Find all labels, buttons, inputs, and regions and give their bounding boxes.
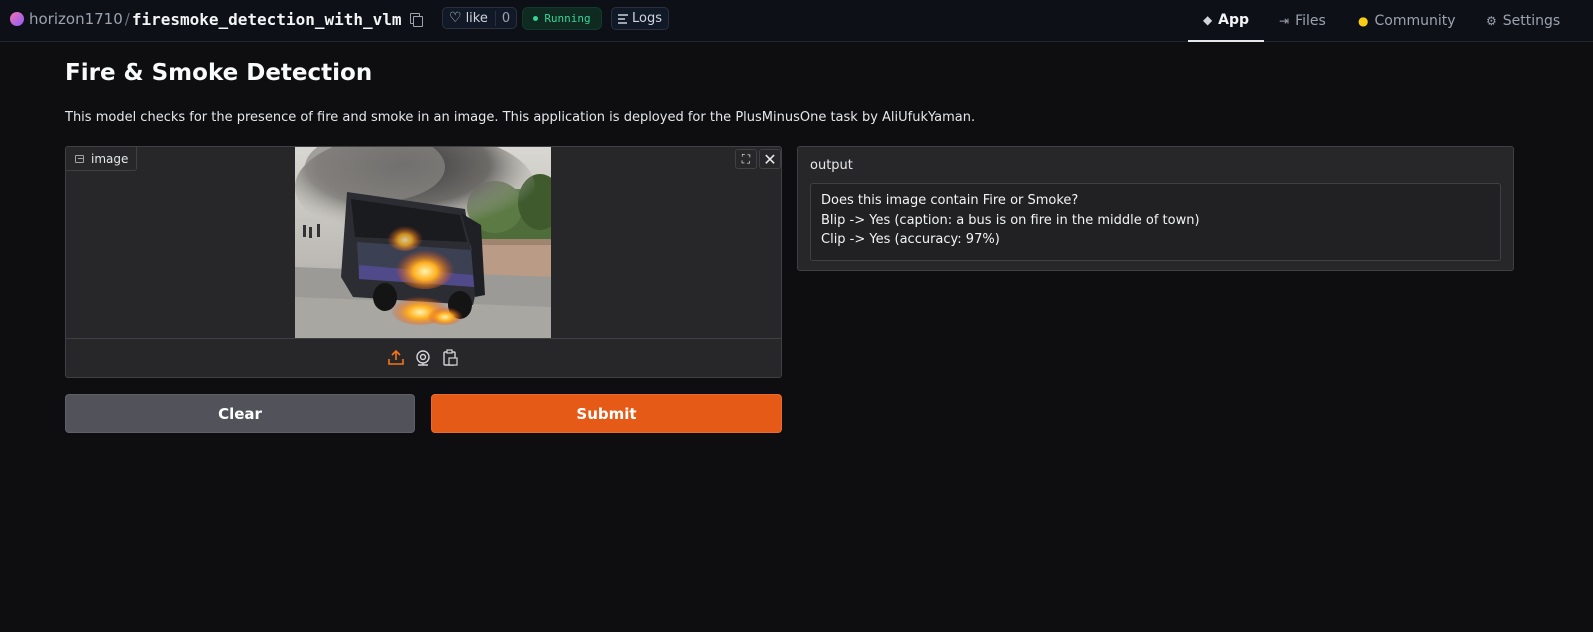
burning-bus-image (295, 147, 551, 338)
status-dot-icon (533, 16, 539, 21)
clear-button[interactable]: Clear (65, 394, 415, 433)
repo-name-link[interactable]: firesmoke_detection_with_vlm (132, 10, 402, 29)
fullscreen-icon: ⛶ (741, 151, 751, 166)
image-icon (75, 154, 84, 163)
copy-icon[interactable] (409, 13, 423, 27)
breadcrumb-separator: / (124, 10, 130, 28)
clipboard-icon[interactable] (441, 349, 459, 367)
tab-community[interactable]: ● Community (1358, 0, 1456, 42)
image-input-panel[interactable]: image ⛶ ✕ (65, 146, 782, 378)
cube-icon: ◆ (1202, 13, 1213, 27)
heart-icon: ♡ (449, 10, 462, 26)
close-icon: ✕ (763, 149, 777, 169)
uploaded-image-preview (295, 147, 551, 338)
clear-image-button[interactable]: ✕ (759, 149, 781, 169)
owner-link[interactable]: horizon1710 (29, 10, 123, 28)
tab-community-label: Community (1374, 13, 1456, 29)
tab-app[interactable]: ◆ App (1188, 0, 1264, 42)
like-label: like (465, 10, 488, 26)
output-line: Clip -> Yes (accuracy: 97%) (821, 232, 1000, 247)
gear-icon: ⚙ (1486, 14, 1497, 28)
image-input-label: image (66, 147, 138, 171)
tab-settings-label: Settings (1502, 13, 1561, 29)
files-icon: ⇥ (1279, 14, 1290, 28)
top-bar: horizon1710 / firesmoke_detection_with_v… (0, 0, 1593, 42)
fullscreen-button[interactable]: ⛶ (735, 149, 757, 169)
submit-button[interactable]: Submit (431, 394, 782, 433)
like-button[interactable]: ♡ like 0 (442, 7, 518, 29)
community-icon: ● (1358, 14, 1369, 28)
like-count: 0 (494, 10, 516, 26)
tab-app-label: App (1218, 12, 1250, 28)
output-textbox[interactable]: Does this image contain Fire or Smoke? B… (810, 183, 1501, 261)
logs-icon (618, 14, 628, 24)
logs-label: Logs (632, 11, 662, 26)
upload-icon[interactable] (387, 349, 405, 367)
logs-button[interactable]: Logs (611, 7, 669, 30)
like-toggle[interactable]: ♡ like (443, 11, 495, 26)
tab-settings[interactable]: ⚙ Settings (1486, 0, 1560, 42)
page-title: Fire & Smoke Detection (65, 60, 373, 86)
page-description: This model checks for the presence of fi… (65, 110, 976, 125)
tab-files-label: Files (1295, 13, 1326, 29)
image-source-toolbar (66, 338, 781, 377)
status-badge[interactable]: Running (522, 7, 602, 30)
status-label: Running (544, 12, 591, 25)
image-label-text: image (91, 151, 129, 166)
tab-files[interactable]: ⇥ Files (1279, 0, 1326, 42)
repo-breadcrumb: horizon1710 / firesmoke_detection_with_v… (10, 8, 423, 30)
output-line: Does this image contain Fire or Smoke? (821, 193, 1079, 208)
owner-avatar[interactable] (10, 12, 24, 26)
output-label: output (810, 158, 853, 173)
webcam-icon[interactable] (414, 349, 432, 367)
output-line: Blip -> Yes (caption: a bus is on fire i… (821, 212, 1200, 228)
output-panel: output Does this image contain Fire or S… (797, 146, 1514, 271)
